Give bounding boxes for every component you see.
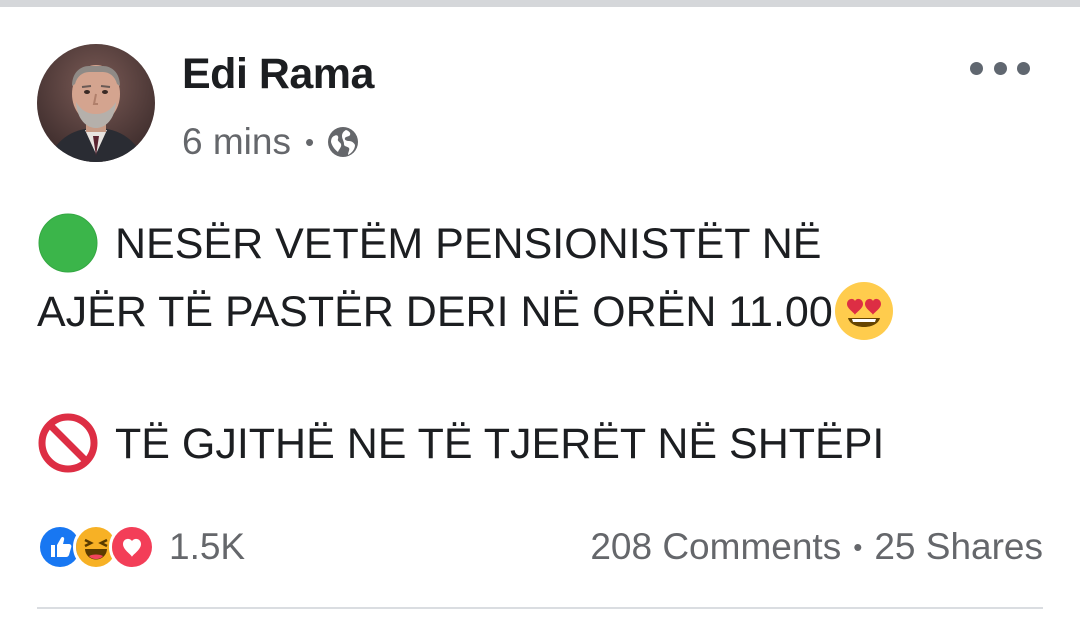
- post-meta: 6 mins •: [182, 120, 360, 164]
- green-circle-icon: [38, 213, 98, 273]
- reaction-count[interactable]: 1.5K: [169, 526, 245, 568]
- love-reaction-icon: [109, 524, 155, 570]
- reactions-summary[interactable]: 1.5K: [37, 523, 245, 571]
- post-text-line-3: TË GJITHË NE TË TJERËT NË SHTËPI: [37, 413, 885, 474]
- engagement-summary: 208 Comments • 25 Shares: [590, 523, 1043, 571]
- comments-count-link[interactable]: 208 Comments: [590, 526, 841, 568]
- post-time[interactable]: 6 mins: [182, 121, 291, 163]
- post-text-line-1: NESËR VETËM PENSIONISTËT NË: [37, 213, 822, 274]
- more-dot: [993, 61, 1007, 75]
- post-text-line-2: AJËR TË PASTËR DERI NË ORËN 11.00: [37, 281, 895, 342]
- avatar-image: [37, 44, 155, 162]
- globe-icon[interactable]: [326, 125, 360, 159]
- avatar[interactable]: [37, 44, 155, 162]
- post-text: AJËR TË PASTËR DERI NË ORËN 11.00: [37, 288, 833, 336]
- more-dot: [970, 61, 983, 75]
- prohibited-icon: [38, 413, 98, 473]
- meta-separator: •: [304, 126, 315, 157]
- engagement-separator: •: [853, 531, 863, 562]
- more-options-icon[interactable]: [970, 52, 1030, 84]
- post-text: TË GJITHË NE TË TJERËT NË SHTËPI: [115, 420, 885, 468]
- post-text: NESËR VETËM PENSIONISTËT NË: [115, 220, 822, 268]
- divider: [37, 607, 1043, 609]
- more-dot: [1017, 61, 1030, 75]
- post-card: Edi Rama 6 mins • NESËR VETËM PENSIONIST…: [0, 0, 1080, 619]
- shares-count-link[interactable]: 25 Shares: [874, 526, 1043, 568]
- heart-eyes-emoji: [834, 281, 893, 340]
- author-name[interactable]: Edi Rama: [182, 50, 374, 99]
